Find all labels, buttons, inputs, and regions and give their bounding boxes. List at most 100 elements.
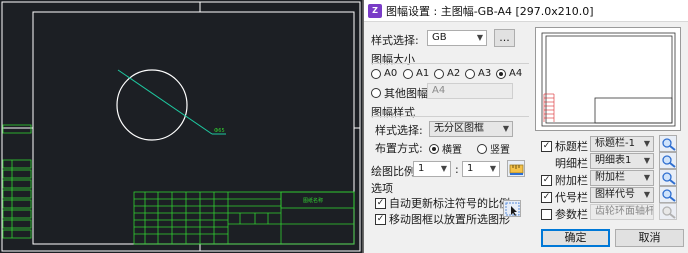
select-objects-button[interactable] <box>503 200 521 217</box>
radio-a3-dot <box>465 68 475 79</box>
extra-bar-select[interactable]: 附加栏 ▼ <box>590 170 654 186</box>
param-bar-value: 齿轮环面轴杆 <box>595 206 654 217</box>
radio-a0[interactable]: A0 <box>371 68 397 79</box>
dialog-titlebar[interactable]: Z 图幅设置 : 主图幅-GB-A4 [297.0x210.0] <box>364 0 688 22</box>
frame-preview <box>535 27 681 131</box>
magnifier-icon <box>662 189 676 202</box>
cad-drawing-canvas[interactable]: Ф65 图纸名称 <box>0 0 363 253</box>
cancel-button[interactable]: 取消 <box>615 229 684 247</box>
extra-bar-label: 附加栏 <box>555 174 588 187</box>
checkmark-icon: ✓ <box>541 191 552 203</box>
radio-a0-dot <box>371 68 381 79</box>
title-bar-select[interactable]: 标题栏-1 ▼ <box>590 136 654 152</box>
detail-bar-value: 明细表1 <box>595 155 632 166</box>
app-logo-icon: Z <box>368 3 382 18</box>
checkmark-icon: ✓ <box>375 197 386 209</box>
title-bar-edit-button[interactable] <box>659 135 677 152</box>
code-bar-select[interactable]: 图样代号 ▼ <box>590 187 654 203</box>
param-bar-checkbox[interactable]: 参数栏 <box>541 206 588 222</box>
scale-picker-button[interactable] <box>507 160 525 177</box>
frame-style-section: 图幅样式 <box>371 106 415 119</box>
style-select-value: GB <box>432 32 447 43</box>
extra-bar-value: 附加栏 <box>595 172 625 183</box>
diameter-leader-line <box>117 69 213 135</box>
code-bar-label: 代号栏 <box>555 191 588 204</box>
magnifier-icon <box>662 138 676 151</box>
browse-button[interactable]: ... <box>494 29 515 47</box>
title-bar-checkbox[interactable]: ✓ 标题栏 <box>541 138 588 154</box>
radio-a3[interactable]: A3 <box>465 68 491 79</box>
scale-label: 绘图比例: <box>371 165 419 178</box>
scale-right-select[interactable]: 1 ▼ <box>462 161 500 177</box>
dialog-title: 图幅设置 : 主图幅-GB-A4 [297.0x210.0] <box>386 4 594 18</box>
radio-a2[interactable]: A2 <box>434 68 460 79</box>
radio-other-label: 其他图幅 <box>384 87 428 100</box>
options-section: 选项 <box>371 182 393 195</box>
checkbox-empty <box>541 208 552 220</box>
radio-a2-label: A2 <box>447 68 461 79</box>
cursor-select-icon <box>505 202 520 216</box>
radio-landscape-label: 横置 <box>442 145 462 156</box>
paper-size-section: 图幅大小 <box>371 53 415 66</box>
diameter-text: Ф65 <box>214 128 225 134</box>
detail-bar-edit-button[interactable] <box>659 152 677 169</box>
detail-bar-label: 明细栏 <box>555 157 588 170</box>
code-bar-edit-button[interactable] <box>659 186 677 203</box>
style-select[interactable]: GB ▼ <box>427 30 487 46</box>
auto-update-scale-checkbox[interactable]: ✓ 自动更新标注符号的比例 <box>375 195 510 211</box>
other-size-input[interactable]: A4 <box>427 83 513 99</box>
frame-style-label: 样式选择: <box>375 124 423 137</box>
extra-bar-checkbox[interactable]: ✓ 附加栏 <box>541 172 588 188</box>
paper-size-divider <box>371 63 529 64</box>
left-side-table <box>2 124 32 239</box>
radio-a2-dot <box>434 68 444 79</box>
magnifier-icon <box>662 172 676 185</box>
title-bar-label: 标题栏 <box>555 140 588 153</box>
radio-a3-label: A3 <box>478 68 492 79</box>
ok-button[interactable]: 确定 <box>541 229 610 247</box>
chevron-down-icon: ▼ <box>643 173 650 182</box>
chevron-down-icon: ▼ <box>440 164 447 173</box>
code-bar-value: 图样代号 <box>595 189 635 200</box>
frame-style-value: 无分区图框 <box>434 123 484 134</box>
radio-landscape-dot <box>429 143 439 154</box>
chevron-down-icon: ▼ <box>489 164 496 173</box>
chevron-down-icon: ▼ <box>643 139 650 148</box>
title-bar-value: 标题栏-1 <box>595 138 635 149</box>
chevron-down-icon: ▼ <box>502 124 509 133</box>
param-bar-edit-button <box>659 203 677 220</box>
scale-right-value: 1 <box>467 163 474 174</box>
code-bar-checkbox[interactable]: ✓ 代号栏 <box>541 189 588 205</box>
radio-other-size[interactable]: 其他图幅 <box>371 85 428 101</box>
frame-style-select[interactable]: 无分区图框 ▼ <box>429 121 513 137</box>
radio-a1-label: A1 <box>416 68 430 79</box>
param-bar-select: 齿轮环面轴杆 <box>590 204 654 220</box>
detail-bar-select[interactable]: 明细表1 ▼ <box>590 153 654 169</box>
scale-left-value: 1 <box>418 163 425 174</box>
radio-portrait[interactable]: 竖置 <box>477 141 510 156</box>
radio-a1[interactable]: A1 <box>403 68 429 79</box>
radio-a1-dot <box>403 68 413 79</box>
chevron-down-icon: ▼ <box>643 156 650 165</box>
radio-landscape[interactable]: 横置 <box>429 141 462 156</box>
scale-left-select[interactable]: 1 ▼ <box>413 161 451 177</box>
sheet-outer-border <box>1 1 361 252</box>
drawn-circle <box>116 69 188 141</box>
radio-a4[interactable]: A4 <box>496 68 522 79</box>
chevron-down-icon: ▼ <box>476 33 483 42</box>
scale-separator: : <box>455 163 459 176</box>
radio-a4-dot <box>496 68 506 79</box>
checkmark-icon: ✓ <box>541 174 552 186</box>
cad-drawing: Ф65 图纸名称 <box>1 1 361 252</box>
layout-label: 布置方式: <box>375 142 423 155</box>
auto-update-scale-label: 自动更新标注符号的比例 <box>389 197 510 210</box>
radio-portrait-dot <box>477 143 487 154</box>
move-frame-checkbox[interactable]: ✓ 移动图框以放置所选图形 <box>375 211 510 227</box>
extra-bar-edit-button[interactable] <box>659 169 677 186</box>
sheet-name-text: 图纸名称 <box>303 197 323 204</box>
checkmark-icon: ✓ <box>541 140 552 152</box>
param-bar-label: 参数栏 <box>555 208 588 221</box>
radio-a0-label: A0 <box>384 68 398 79</box>
ruler-icon <box>509 164 524 175</box>
frame-preview-drawing <box>541 32 676 127</box>
